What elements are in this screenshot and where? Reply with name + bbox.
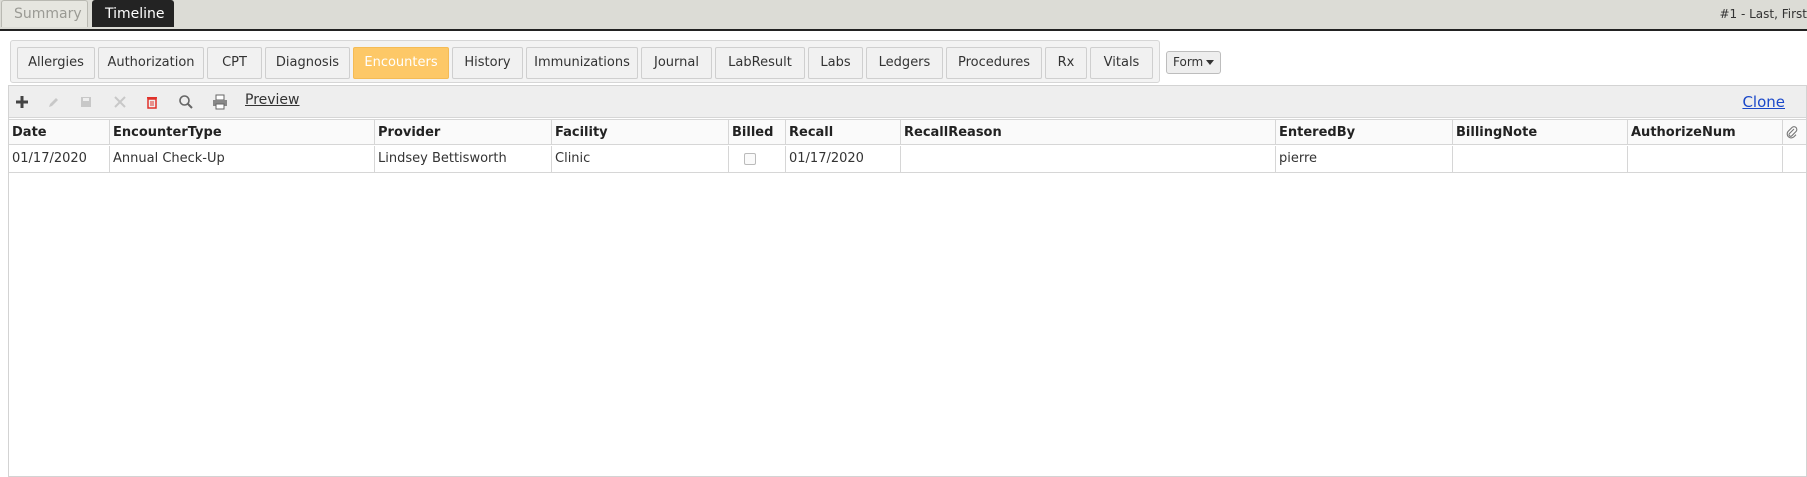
form-button-label: Form [1173, 55, 1204, 69]
tab-journal[interactable]: Journal [641, 47, 712, 79]
search-icon[interactable] [176, 92, 196, 112]
cell-billingnote [1453, 146, 1628, 172]
tab-ledgers[interactable]: Ledgers [866, 47, 943, 79]
cell-attachment [1783, 146, 1806, 172]
tab-encounters[interactable]: Encounters [353, 47, 449, 79]
column-header-date[interactable]: Date [9, 120, 110, 144]
cell-enteredby: pierre [1276, 146, 1453, 172]
column-header-authorizenum[interactable]: AuthorizeNum [1628, 120, 1783, 144]
tab-labs[interactable]: Labs [808, 47, 863, 79]
tab-cpt[interactable]: CPT [207, 47, 262, 79]
pencil-icon[interactable] [44, 92, 64, 112]
cell-authorizenum [1628, 146, 1783, 172]
tab-summary[interactable]: Summary [1, 0, 88, 27]
chevron-down-icon [1206, 60, 1215, 65]
print-icon[interactable] [210, 92, 230, 112]
tab-immunizations[interactable]: Immunizations [526, 47, 638, 79]
tab-vitals[interactable]: Vitals [1090, 47, 1153, 79]
paperclip-icon [1783, 120, 1806, 144]
column-header-provider[interactable]: Provider [375, 120, 552, 144]
plus-icon[interactable] [12, 92, 32, 112]
cell-encountertype: Annual Check-Up [110, 146, 375, 172]
grid-header-row: Date EncounterType Provider Facility Bil… [9, 119, 1806, 145]
column-header-billingnote[interactable]: BillingNote [1453, 120, 1628, 144]
form-dropdown-button[interactable]: Form [1166, 51, 1221, 74]
save-icon[interactable] [76, 92, 96, 112]
trash-icon[interactable] [142, 92, 162, 112]
column-header-enteredby[interactable]: EnteredBy [1276, 120, 1453, 144]
cell-date: 01/17/2020 [9, 146, 110, 172]
cancel-icon[interactable] [110, 92, 130, 112]
tab-procedures[interactable]: Procedures [946, 47, 1042, 79]
preview-link[interactable]: Preview [245, 92, 300, 108]
cell-provider: Lindsey Bettisworth [375, 146, 552, 172]
column-header-encountertype[interactable]: EncounterType [110, 120, 375, 144]
cell-recallreason [901, 146, 1276, 172]
patient-label: #1 - Last, First [1719, 7, 1807, 21]
cell-recall: 01/17/2020 [786, 146, 901, 172]
tab-rx[interactable]: Rx [1045, 47, 1087, 79]
tab-authorization[interactable]: Authorization [98, 47, 204, 79]
column-header-recall[interactable]: Recall [786, 120, 901, 144]
tab-history[interactable]: History [452, 47, 523, 79]
column-header-recallreason[interactable]: RecallReason [901, 120, 1276, 144]
tab-allergies[interactable]: Allergies [17, 47, 95, 79]
cell-billed [729, 146, 786, 172]
billed-checkbox[interactable] [744, 152, 756, 165]
column-header-billed[interactable]: Billed [729, 120, 786, 144]
tab-diagnosis[interactable]: Diagnosis [265, 47, 350, 79]
clone-link[interactable]: Clone [1742, 93, 1785, 111]
cell-facility: Clinic [552, 146, 729, 172]
tab-labresult[interactable]: LabResult [715, 47, 805, 79]
top-bar: Summary Timeline #1 - Last, First [0, 0, 1807, 31]
column-header-facility[interactable]: Facility [552, 120, 729, 144]
table-row[interactable]: 01/17/2020 Annual Check-Up Lindsey Betti… [9, 146, 1806, 173]
tab-timeline[interactable]: Timeline [92, 0, 174, 27]
